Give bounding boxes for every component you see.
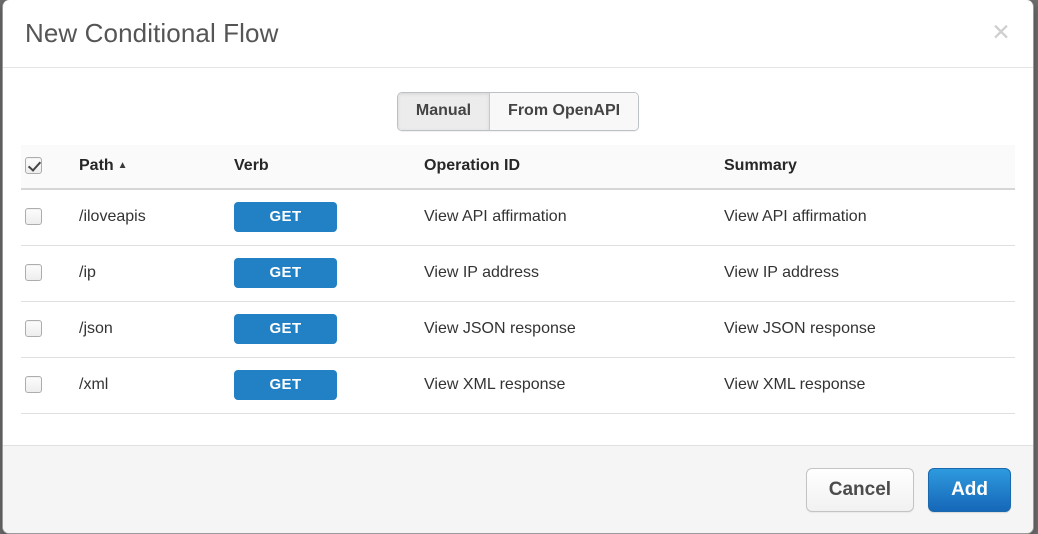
dialog-header: New Conditional Flow ✕ (3, 0, 1033, 68)
table-row[interactable]: /json GET View JSON response View JSON r… (21, 301, 1015, 357)
row-operation-id: View XML response (424, 357, 724, 413)
table-row[interactable]: /ip GET View IP address View IP address (21, 245, 1015, 301)
table-row[interactable]: /xml GET View XML response View XML resp… (21, 357, 1015, 413)
row-checkbox[interactable] (25, 264, 42, 281)
add-button[interactable]: Add (928, 468, 1011, 512)
row-path: /xml (79, 357, 234, 413)
row-verb-cell: GET (234, 301, 424, 357)
verb-badge[interactable]: GET (234, 258, 337, 288)
operations-table: Path ▲ Verb Operation ID Summary /iloveap… (21, 145, 1015, 414)
select-all-header (21, 145, 79, 189)
source-mode-tabs: Manual From OpenAPI (3, 68, 1033, 145)
page-title: New Conditional Flow (25, 20, 278, 46)
row-path: /iloveapis (79, 189, 234, 246)
row-select-cell (21, 189, 79, 246)
row-summary: View API affirmation (724, 189, 1015, 246)
row-verb-cell: GET (234, 357, 424, 413)
table-row[interactable]: /iloveapis GET View API affirmation View… (21, 189, 1015, 246)
operations-table-wrapper: Path ▲ Verb Operation ID Summary /iloveap… (3, 145, 1033, 414)
column-header-path[interactable]: Path ▲ (79, 145, 234, 189)
tab-manual[interactable]: Manual (398, 93, 490, 130)
row-select-cell (21, 245, 79, 301)
column-header-verb[interactable]: Verb (234, 145, 424, 189)
row-path: /json (79, 301, 234, 357)
row-operation-id: View JSON response (424, 301, 724, 357)
row-verb-cell: GET (234, 189, 424, 246)
table-header-row: Path ▲ Verb Operation ID Summary (21, 145, 1015, 189)
table-body: /iloveapis GET View API affirmation View… (21, 189, 1015, 414)
row-summary: View IP address (724, 245, 1015, 301)
row-summary: View XML response (724, 357, 1015, 413)
row-select-cell (21, 357, 79, 413)
row-checkbox[interactable] (25, 208, 42, 225)
verb-badge[interactable]: GET (234, 314, 337, 344)
row-operation-id: View IP address (424, 245, 724, 301)
sort-ascending-icon: ▲ (118, 160, 128, 171)
column-header-summary[interactable]: Summary (724, 145, 1015, 189)
close-icon[interactable]: ✕ (987, 18, 1015, 46)
verb-badge[interactable]: GET (234, 202, 337, 232)
column-header-path-label: Path (79, 157, 114, 174)
dialog-footer: Cancel Add (3, 445, 1033, 533)
cancel-button[interactable]: Cancel (806, 468, 914, 512)
row-checkbox[interactable] (25, 320, 42, 337)
column-header-operation-id[interactable]: Operation ID (424, 145, 724, 189)
new-conditional-flow-dialog: New Conditional Flow ✕ Manual From OpenA… (2, 0, 1034, 534)
select-all-checkbox[interactable] (25, 157, 42, 174)
row-select-cell (21, 301, 79, 357)
row-verb-cell: GET (234, 245, 424, 301)
table-header: Path ▲ Verb Operation ID Summary (21, 145, 1015, 189)
row-summary: View JSON response (724, 301, 1015, 357)
verb-badge[interactable]: GET (234, 370, 337, 400)
tab-from-openapi[interactable]: From OpenAPI (490, 93, 638, 130)
row-path: /ip (79, 245, 234, 301)
row-operation-id: View API affirmation (424, 189, 724, 246)
dialog-body: Manual From OpenAPI Path ▲ Verb Operation… (3, 68, 1033, 445)
tab-button-group: Manual From OpenAPI (397, 92, 639, 131)
row-checkbox[interactable] (25, 376, 42, 393)
